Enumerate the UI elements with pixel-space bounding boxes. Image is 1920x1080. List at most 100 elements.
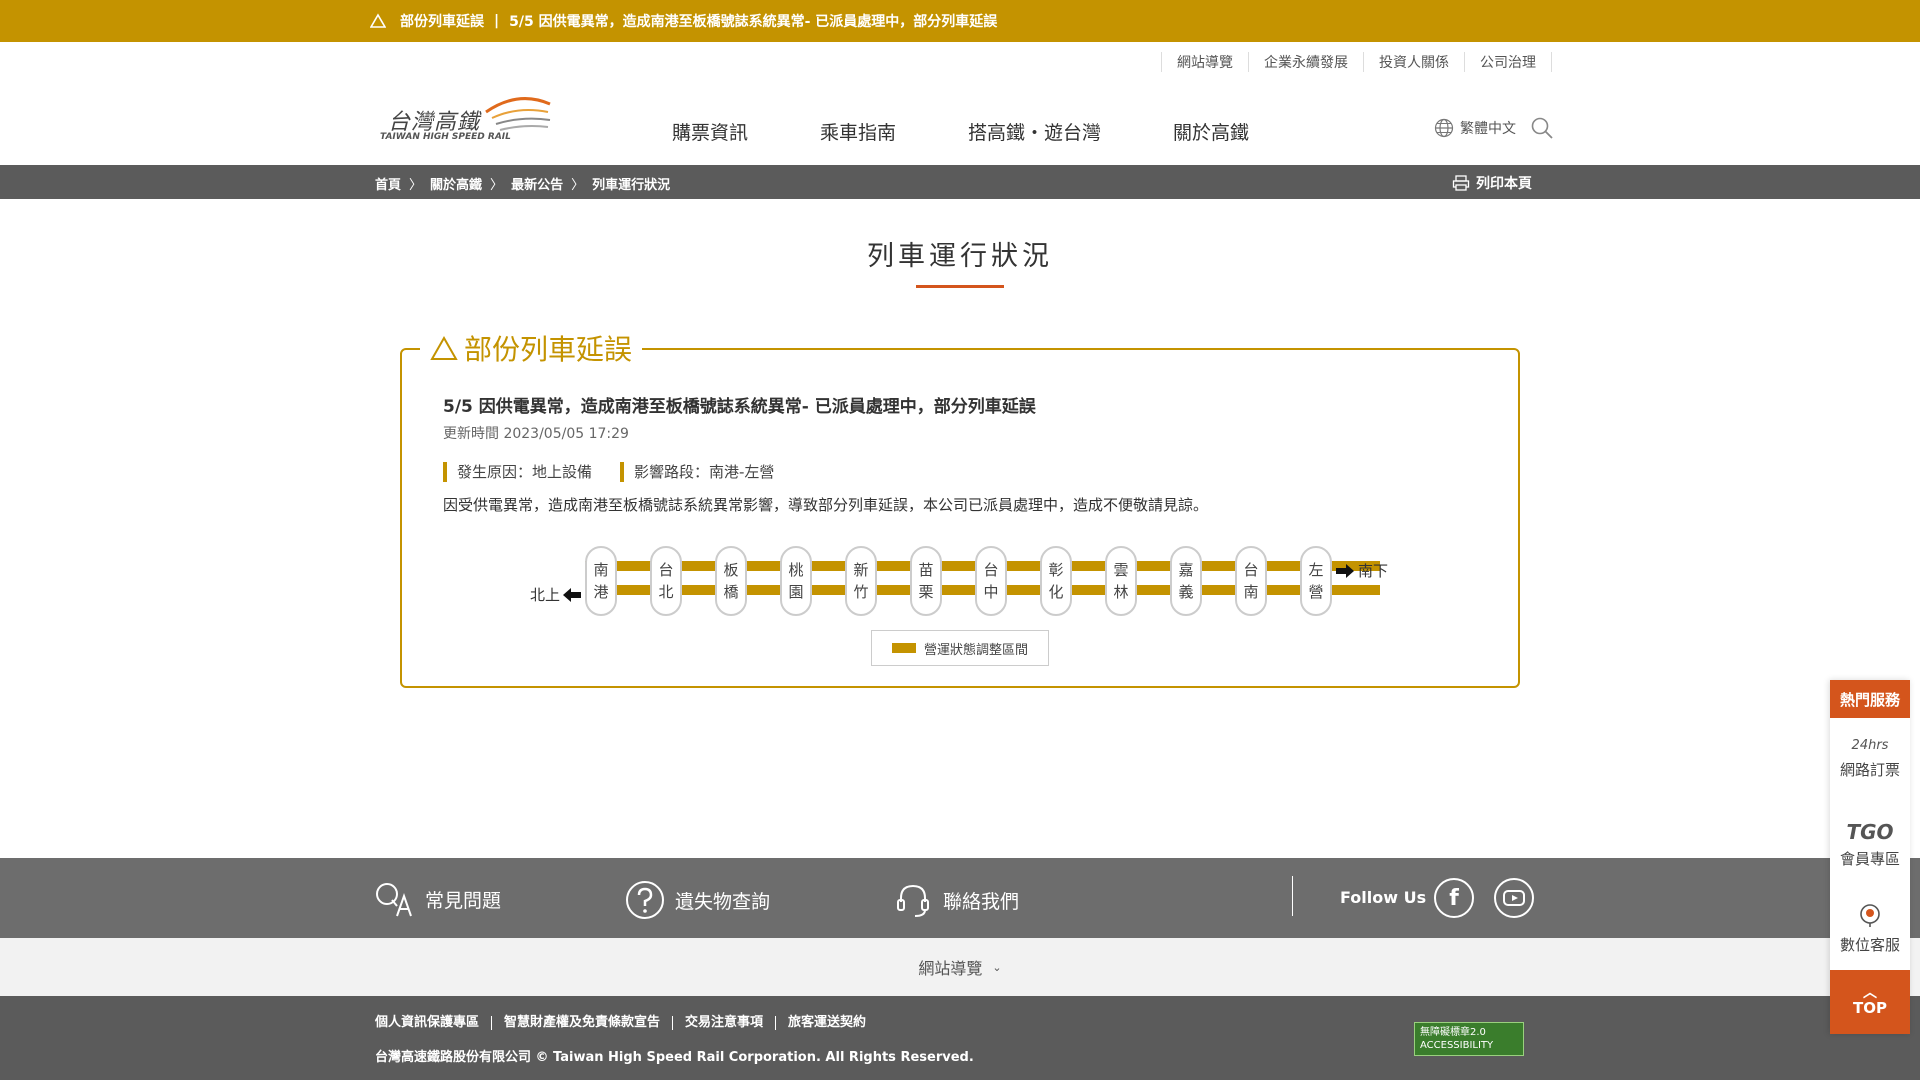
station-char: 彰 [1048,561,1064,579]
question-circle-icon [626,881,664,919]
station-4[interactable]: 新竹 [845,546,877,616]
logo[interactable]: 台灣高鐵 TAIWAN HIGH SPEED RAIL [378,90,553,150]
station-9[interactable]: 嘉義 [1170,546,1202,616]
accessibility-badge-en: ACCESSIBILITY [1420,1040,1494,1051]
footer-divider [1292,876,1293,916]
top-link-sitemap[interactable]: 網站導覽 [1161,52,1248,72]
station-7[interactable]: 彰化 [1040,546,1072,616]
station-char: 嘉 [1178,561,1194,579]
station-char: 栗 [918,583,934,601]
breadcrumb-about[interactable]: 關於高鐵 [430,174,482,193]
breadcrumb-arrow: 〉 [409,178,423,193]
notice-heading-text: 部份列車延誤 [464,333,633,366]
station-char: 台 [983,561,999,579]
station-char: 園 [788,583,804,601]
service-member[interactable]: TGO 會員專區 [1830,820,1910,869]
language-switch[interactable]: 繁體中文 [1434,118,1516,138]
arrow-left-icon [563,587,582,602]
print-button[interactable]: 列印本頁 [1452,173,1532,193]
station-char: 營 [1308,583,1324,601]
notice-heading: 部份列車延誤 [420,328,643,368]
station-char: 新 [853,561,869,579]
legal-links: 個人資訊保護專區 智慧財產權及免責條款宣告 交易注意事項 旅客運送契約 [375,1016,878,1030]
station-char: 義 [1178,583,1194,601]
breadcrumb-arrow: 〉 [490,178,504,193]
footer-lost-found[interactable]: 遺失物查詢 [625,880,770,920]
station-char: 南 [593,561,609,579]
station-3[interactable]: 桃園 [780,546,812,616]
station-0[interactable]: 南港 [585,546,617,616]
language-label: 繁體中文 [1460,121,1516,137]
notice-description: 因受供電異常，造成南港至板橋號誌系統異常影響，導致部分列車延誤，本公司已派員處理… [443,496,1209,514]
service-member-label: 會員專區 [1839,850,1900,868]
notice-update-time: 更新時間 2023/05/05 17:29 [443,426,629,442]
station-char: 雲 [1113,561,1129,579]
station-char: 台 [1243,561,1259,579]
top-link-governance[interactable]: 公司治理 [1464,52,1552,72]
station-char: 竹 [853,583,869,601]
service-digital-support[interactable]: 數位客服 [1830,902,1910,955]
notice-cause: 發生原因：地上設備 [443,462,592,482]
station-10[interactable]: 台南 [1235,546,1267,616]
qa-icon [376,883,412,917]
footer-contact-label: 聯絡我們 [943,890,1020,913]
footer-links: 常見問題 遺失物查詢 聯絡我們 Follow Us f [0,858,1920,938]
copyright: 台灣高速鐵路股份有限公司 © Taiwan High Speed Rail Co… [375,1050,974,1065]
facebook-icon[interactable]: f [1434,878,1474,918]
legal-transaction[interactable]: 交易注意事項 [673,1016,777,1030]
alert-label: 部份列車延誤 [400,14,484,30]
youtube-icon[interactable] [1494,878,1534,918]
station-6[interactable]: 台中 [975,546,1007,616]
station-8[interactable]: 雲林 [1105,546,1137,616]
nav-guide[interactable]: 乘車指南 [820,118,896,145]
sitemap-toggle[interactable]: 網站導覽 ⌄ [0,938,1920,996]
alert-bar[interactable]: 部份列車延誤 | 5/5 因供電異常，造成南港至板橋號誌系統異常- 已派員處理中… [0,0,1920,42]
station-char: 桃 [788,561,804,579]
back-to-top-button[interactable]: ︿ TOP [1830,970,1910,1034]
station-char: 化 [1048,583,1064,601]
clock-24hrs-icon: 24hrs [1851,738,1889,753]
station-5[interactable]: 苗栗 [910,546,942,616]
legal-ip[interactable]: 智慧財產權及免責條款宣告 [492,1016,674,1030]
service-online-booking[interactable]: 24hrs 網路訂票 [1830,738,1910,780]
alert-message: 5/5 因供電異常，造成南港至板橋號誌系統異常- 已派員處理中，部分列車延誤 [509,14,998,30]
station-1[interactable]: 台北 [650,546,682,616]
footer-faq[interactable]: 常見問題 [375,880,501,918]
accessibility-badge-zh: 無障礙標章2.0 [1420,1027,1486,1038]
headset-icon [897,884,929,917]
station-11[interactable]: 左營 [1300,546,1332,616]
breadcrumb-current: 列車運行狀況 [592,178,671,193]
globe-icon [1434,118,1454,138]
notice-title: 5/5 因供電異常，造成南港至板橋號誌系統異常- 已派員處理中，部分列車延誤 [443,397,1036,417]
top-links: 網站導覽 企業永續發展 投資人關係 公司治理 [1161,52,1552,72]
chevron-up-icon: ︿ [1863,985,1877,1001]
top-link-sustainability[interactable]: 企業永續發展 [1248,52,1363,72]
accessibility-badge[interactable]: 無障礙標章2.0 ACCESSIBILITY [1414,1022,1524,1056]
station-2[interactable]: 板橋 [715,546,747,616]
breadcrumb-home[interactable]: 首頁 [375,174,401,193]
legal-contract[interactable]: 旅客運送契約 [776,1016,878,1030]
nav-travel[interactable]: 搭高鐵・遊台灣 [968,118,1101,145]
station-char: 南 [1243,583,1259,601]
legal-privacy[interactable]: 個人資訊保護專區 [375,1016,493,1030]
search-icon[interactable] [1530,116,1554,140]
back-to-top-label: TOP [1853,999,1887,1017]
top-link-investor[interactable]: 投資人關係 [1363,52,1464,72]
sitemap-label: 網站導覽 [918,959,983,978]
footer-lost-found-label: 遺失物查詢 [675,890,771,913]
legend: 營運狀態調整區間 [871,630,1049,666]
page-title: 列車運行狀況 [867,241,1053,272]
printer-icon [1452,175,1470,191]
station-char: 橋 [723,583,739,601]
logo-en: TAIWAN HIGH SPEED RAIL [380,132,511,142]
breadcrumb-arrow: 〉 [571,178,585,193]
direction-north-label: 北上 [530,586,561,604]
breadcrumb-news[interactable]: 最新公告 [511,174,563,193]
footer-faq-label: 常見問題 [425,889,502,912]
nav-about[interactable]: 關於高鐵 [1173,118,1249,145]
footer-contact[interactable]: 聯絡我們 [893,880,1019,920]
station-char: 苗 [918,561,934,579]
nav-ticket-info[interactable]: 購票資訊 [672,118,748,145]
youtube-play-icon [1503,890,1525,906]
footer-bottom: 個人資訊保護專區 智慧財產權及免責條款宣告 交易注意事項 旅客運送契約 台灣高速… [0,996,1920,1080]
